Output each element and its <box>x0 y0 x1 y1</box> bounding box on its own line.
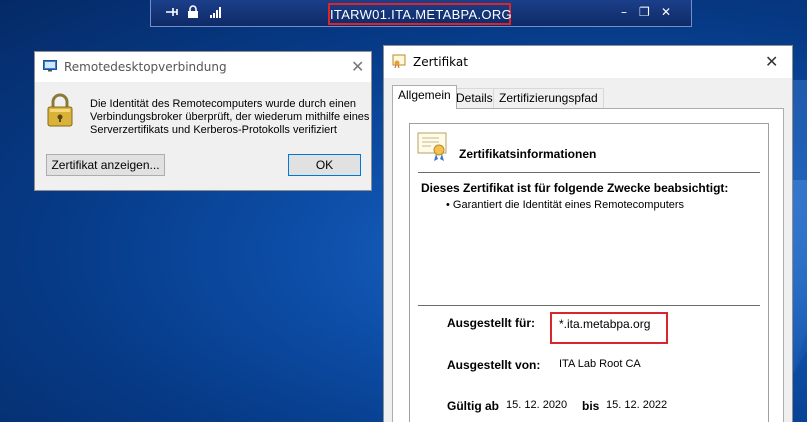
remote-desktop-icon <box>43 60 57 72</box>
minimize-icon[interactable]: – <box>621 5 627 19</box>
info-heading: Zertifikatsinformationen <box>459 147 597 161</box>
valid-from-label: Gültig ab <box>447 399 499 413</box>
dialog-title: Remotedesktopverbindung <box>64 60 227 74</box>
ok-button[interactable]: OK <box>288 154 361 176</box>
valid-to-label: bis <box>582 399 600 413</box>
tab-zertifizierungspfad[interactable]: Zertifizierungspfad <box>493 88 604 109</box>
remote-hostname: ITARW01.ITA.METABPA.ORG <box>330 7 512 22</box>
pin-icon[interactable] <box>165 5 179 22</box>
tab-details[interactable]: Details <box>450 88 499 109</box>
issued-by-label: Ausgestellt von: <box>447 358 541 372</box>
issued-to-label: Ausgestellt für: <box>447 316 536 330</box>
show-certificate-button[interactable]: Zertifikat anzeigen... <box>46 154 165 176</box>
close-icon[interactable]: ✕ <box>351 59 364 75</box>
purpose-heading: Dieses Zertifikat ist für folgende Zweck… <box>421 181 729 195</box>
tab-panel-allgemein: Zertifikatsinformationen Dieses Zertifik… <box>392 108 784 422</box>
restore-icon[interactable]: ❐ <box>639 5 650 19</box>
padlock-icon <box>45 92 75 128</box>
divider <box>418 305 760 306</box>
dialog-titlebar: Zertifikat ✕ <box>384 46 792 78</box>
dialog-message: Die Identität des Remotecomputers wurde … <box>90 98 370 136</box>
issued-by-value: ITA Lab Root CA <box>559 358 641 370</box>
close-icon[interactable]: ✕ <box>661 5 671 19</box>
remote-desktop-connection-dialog: Remotedesktopverbindung ✕ Die Identität … <box>34 51 372 191</box>
dialog-titlebar: Remotedesktopverbindung ✕ <box>35 52 371 82</box>
certificate-dialog: Zertifikat ✕ Allgemein Details Zertifizi… <box>383 45 793 422</box>
issued-to-value: *.ita.metabpa.org <box>559 317 651 331</box>
dialog-title: Zertifikat <box>413 55 468 69</box>
close-icon[interactable]: ✕ <box>765 54 778 70</box>
valid-to-value: 15. 12. 2022 <box>606 399 668 411</box>
certificate-badge-icon <box>417 132 449 162</box>
remote-connection-bar: ITARW01.ITA.METABPA.ORG – ❐ ✕ <box>150 0 692 27</box>
lock-icon[interactable] <box>187 5 199 22</box>
tab-allgemein[interactable]: Allgemein <box>392 85 457 109</box>
purpose-item: • Garantiert die Identität eines Remotec… <box>446 199 685 211</box>
certificate-icon <box>392 54 406 69</box>
divider <box>418 172 760 173</box>
hostname-highlight: ITARW01.ITA.METABPA.ORG <box>328 3 512 25</box>
certificate-info-box: Zertifikatsinformationen Dieses Zertifik… <box>409 123 769 422</box>
valid-from-value: 15. 12. 2020 <box>506 399 568 411</box>
signal-bars-icon[interactable] <box>209 5 223 22</box>
